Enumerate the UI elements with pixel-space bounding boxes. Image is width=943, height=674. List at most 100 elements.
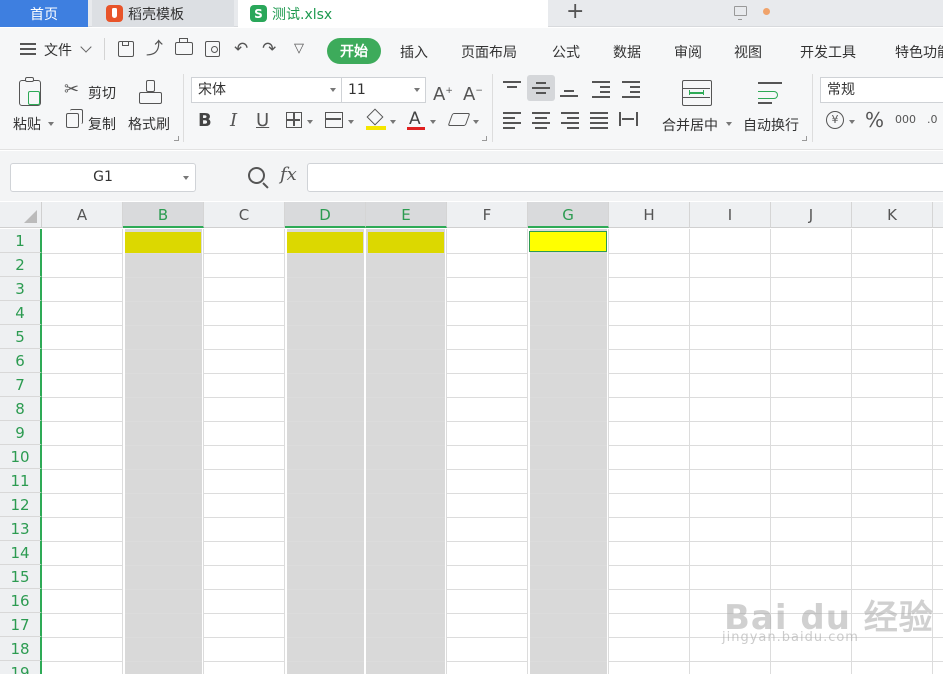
- align-center-icon[interactable]: [532, 111, 552, 129]
- align-bottom-icon[interactable]: [560, 82, 580, 98]
- column-header-I[interactable]: I: [690, 202, 771, 228]
- row-header-14[interactable]: 14: [0, 541, 42, 565]
- justify-icon[interactable]: [590, 111, 610, 129]
- cell-B1[interactable]: [125, 232, 201, 253]
- select-all-corner[interactable]: [0, 202, 42, 228]
- number-format-select[interactable]: 常规: [820, 77, 943, 103]
- italic-button[interactable]: I: [230, 111, 237, 131]
- format-painter-button[interactable]: 格式刷: [128, 114, 170, 134]
- column-header-A[interactable]: A: [42, 202, 123, 228]
- save-icon[interactable]: [118, 41, 134, 57]
- increase-decimal-button[interactable]: .0: [927, 110, 938, 130]
- clear-dropdown-icon[interactable]: [473, 120, 479, 124]
- column-header-K[interactable]: K: [852, 202, 933, 228]
- row-header-9[interactable]: 9: [0, 421, 42, 445]
- font-name-select[interactable]: 宋体: [191, 77, 342, 103]
- row-header-16[interactable]: 16: [0, 589, 42, 613]
- chevron-down-icon[interactable]: [80, 41, 92, 53]
- row-header-18[interactable]: 18: [0, 637, 42, 661]
- row-header-11[interactable]: 11: [0, 469, 42, 493]
- menu-tab-insert[interactable]: 插入: [400, 42, 428, 62]
- new-tab-plus-icon[interactable]: +: [566, 0, 584, 24]
- underline-button[interactable]: U: [256, 111, 269, 131]
- distribute-icon[interactable]: [619, 111, 639, 127]
- row-header-17[interactable]: 17: [0, 613, 42, 637]
- eraser-icon[interactable]: [447, 113, 471, 126]
- column-header-L-partial[interactable]: [933, 202, 943, 228]
- cell-E1[interactable]: [368, 232, 444, 253]
- align-left-icon[interactable]: [503, 111, 523, 129]
- percent-button[interactable]: %: [865, 110, 884, 130]
- redo-icon[interactable]: ↷: [262, 39, 276, 59]
- wrap-text-icon[interactable]: [758, 80, 786, 106]
- row-header-13[interactable]: 13: [0, 517, 42, 541]
- column-header-F[interactable]: F: [447, 202, 528, 228]
- copy-icon[interactable]: [66, 109, 83, 128]
- merge-dropdown-icon[interactable]: [726, 122, 732, 126]
- column-header-C[interactable]: C: [204, 202, 285, 228]
- name-box[interactable]: G1: [10, 163, 196, 192]
- font-color-icon[interactable]: A: [406, 109, 426, 131]
- row-header-12[interactable]: 12: [0, 493, 42, 517]
- paste-dropdown-icon[interactable]: [48, 122, 54, 126]
- increase-indent-icon[interactable]: [622, 80, 642, 98]
- row-header-19[interactable]: 19: [0, 661, 42, 674]
- cell-style-dropdown-icon[interactable]: [348, 120, 354, 124]
- menu-tab-start[interactable]: 开始: [327, 38, 381, 64]
- name-box-dropdown-icon[interactable]: [183, 176, 189, 180]
- customize-toolbar-icon[interactable]: ▽: [294, 39, 304, 59]
- menu-file[interactable]: 文件: [44, 40, 72, 60]
- borders-icon[interactable]: [286, 112, 302, 128]
- align-top-icon[interactable]: [503, 80, 523, 96]
- font-color-dropdown-icon[interactable]: [430, 120, 436, 124]
- row-header-7[interactable]: 7: [0, 373, 42, 397]
- wrap-text-button[interactable]: 自动换行: [743, 115, 799, 135]
- export-icon[interactable]: ⤴: [146, 39, 163, 59]
- undo-icon[interactable]: ↶: [234, 39, 248, 59]
- column-header-J[interactable]: J: [771, 202, 852, 228]
- tab-daoke-template[interactable]: 稻壳模板: [92, 0, 234, 27]
- menu-tab-special[interactable]: 特色功能: [895, 42, 943, 62]
- formula-input[interactable]: [307, 163, 943, 192]
- borders-dropdown-icon[interactable]: [307, 120, 313, 124]
- menu-tab-data[interactable]: 数据: [613, 42, 641, 62]
- paste-button[interactable]: 粘贴: [13, 114, 41, 134]
- merge-center-button[interactable]: 合并居中: [662, 115, 718, 135]
- align-middle-button[interactable]: [527, 75, 555, 101]
- scissors-icon[interactable]: ✂: [64, 80, 79, 100]
- fill-color-icon[interactable]: [366, 108, 386, 130]
- cell-D1[interactable]: [287, 232, 363, 253]
- row-header-15[interactable]: 15: [0, 565, 42, 589]
- font-group-expand[interactable]: [482, 136, 487, 141]
- column-header-H[interactable]: H: [609, 202, 690, 228]
- increase-font-icon[interactable]: A+: [433, 81, 453, 105]
- copy-button[interactable]: 复制: [88, 114, 116, 134]
- row-header-5[interactable]: 5: [0, 325, 42, 349]
- cell-style-icon[interactable]: [325, 112, 343, 128]
- column-header-D[interactable]: D: [285, 202, 366, 228]
- decrease-font-icon[interactable]: A−: [463, 81, 483, 105]
- row-header-2[interactable]: 2: [0, 253, 42, 277]
- print-preview-icon[interactable]: [205, 41, 220, 57]
- menu-tab-review[interactable]: 审阅: [674, 42, 702, 62]
- merge-center-icon[interactable]: [682, 80, 712, 106]
- clipboard-group-expand[interactable]: [174, 136, 179, 141]
- find-zoom-icon[interactable]: [248, 167, 265, 184]
- monitor-icon[interactable]: [734, 6, 747, 20]
- hamburger-menu-icon[interactable]: [20, 43, 36, 55]
- thousands-separator-button[interactable]: 000: [895, 110, 916, 130]
- column-header-G[interactable]: G: [528, 202, 609, 228]
- row-header-1[interactable]: 1: [0, 229, 42, 253]
- format-painter-icon[interactable]: [138, 80, 164, 106]
- row-header-3[interactable]: 3: [0, 277, 42, 301]
- tab-home[interactable]: 首页: [0, 0, 88, 27]
- menu-tab-developer[interactable]: 开发工具: [800, 42, 856, 62]
- currency-icon[interactable]: ¥: [826, 111, 844, 129]
- column-header-E[interactable]: E: [366, 202, 447, 228]
- paste-icon[interactable]: [19, 77, 41, 106]
- decrease-indent-icon[interactable]: [592, 80, 612, 98]
- column-header-B[interactable]: B: [123, 202, 204, 228]
- print-icon[interactable]: [175, 38, 193, 55]
- row-header-10[interactable]: 10: [0, 445, 42, 469]
- insert-function-button[interactable]: fx: [280, 164, 297, 185]
